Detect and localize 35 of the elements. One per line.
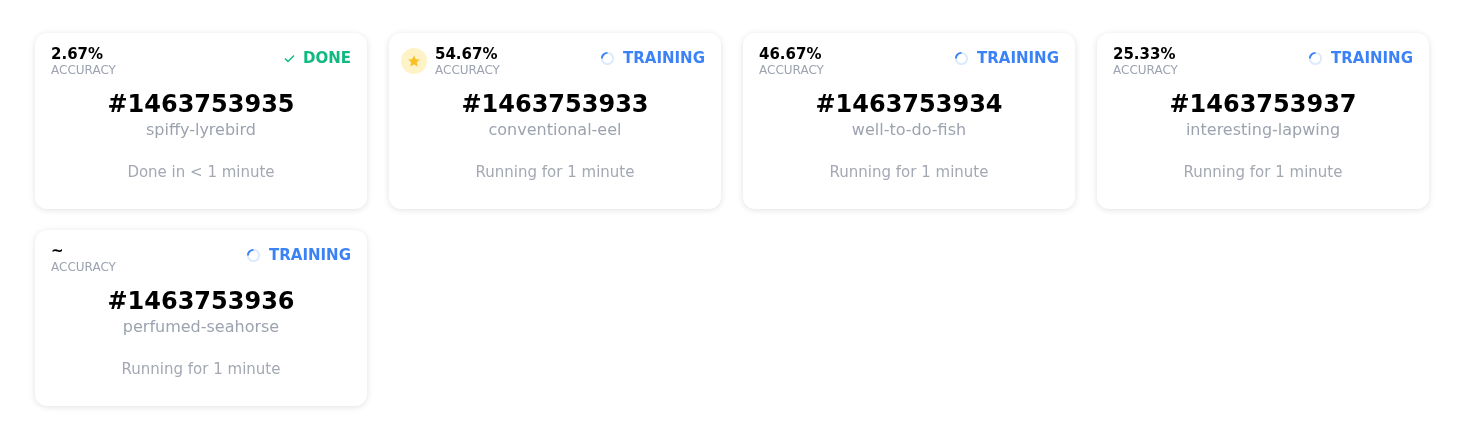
run-card[interactable]: 25.33% ACCURACY TRAINING #1463753937 interesting-lapwing Running for 1 minute <box>1097 33 1429 209</box>
run-name: conventional-eel <box>488 119 622 141</box>
accuracy-label: ACCURACY <box>435 63 500 77</box>
accuracy-value: ~ <box>51 242 65 260</box>
status-label: TRAINING <box>269 245 351 266</box>
run-id: #1463753933 <box>461 89 649 119</box>
accuracy-label: ACCURACY <box>51 260 116 274</box>
run-id: #1463753936 <box>107 286 295 316</box>
run-id: #1463753934 <box>815 89 1003 119</box>
run-name: spiffy-lyrebird <box>146 119 256 141</box>
status-label: TRAINING <box>623 48 705 69</box>
status-label: TRAINING <box>1331 48 1413 69</box>
run-id: #1463753937 <box>1169 89 1357 119</box>
status-label: TRAINING <box>977 48 1059 69</box>
run-card[interactable]: 46.67% ACCURACY TRAINING #1463753934 well-to-do-fish Running for 1 minute <box>743 33 1075 209</box>
run-card[interactable]: 54.67% ACCURACY TRAINING #1463753933 conventional-eel Running for 1 minute <box>389 33 721 209</box>
run-duration: Running for 1 minute <box>121 359 281 380</box>
run-id: #1463753935 <box>107 89 295 119</box>
run-duration: Running for 1 minute <box>1183 162 1343 183</box>
run-name: well-to-do-fish <box>851 119 967 141</box>
run-duration: Done in < 1 minute <box>127 162 275 183</box>
run-duration: Running for 1 minute <box>475 162 635 183</box>
accuracy-value: 54.67% <box>435 45 499 63</box>
run-duration: Running for 1 minute <box>829 162 989 183</box>
run-card[interactable]: ~ ACCURACY TRAINING #1463753936 perfumed-seahorse Running for 1 minute <box>35 230 367 406</box>
accuracy-label: ACCURACY <box>51 63 116 77</box>
accuracy-label: ACCURACY <box>759 63 824 77</box>
run-name: interesting-lapwing <box>1185 119 1341 141</box>
accuracy-label: ACCURACY <box>1113 63 1178 77</box>
accuracy-value: 46.67% <box>759 45 823 63</box>
run-card[interactable]: 2.67% ACCURACY DONE #1463753935 spiffy-lyrebird Done in < 1 minute <box>35 33 367 209</box>
run-name: perfumed-seahorse <box>122 316 280 338</box>
accuracy-value: 2.67% <box>51 45 105 63</box>
status-label: DONE <box>303 48 351 69</box>
accuracy-value: 25.33% <box>1113 45 1177 63</box>
